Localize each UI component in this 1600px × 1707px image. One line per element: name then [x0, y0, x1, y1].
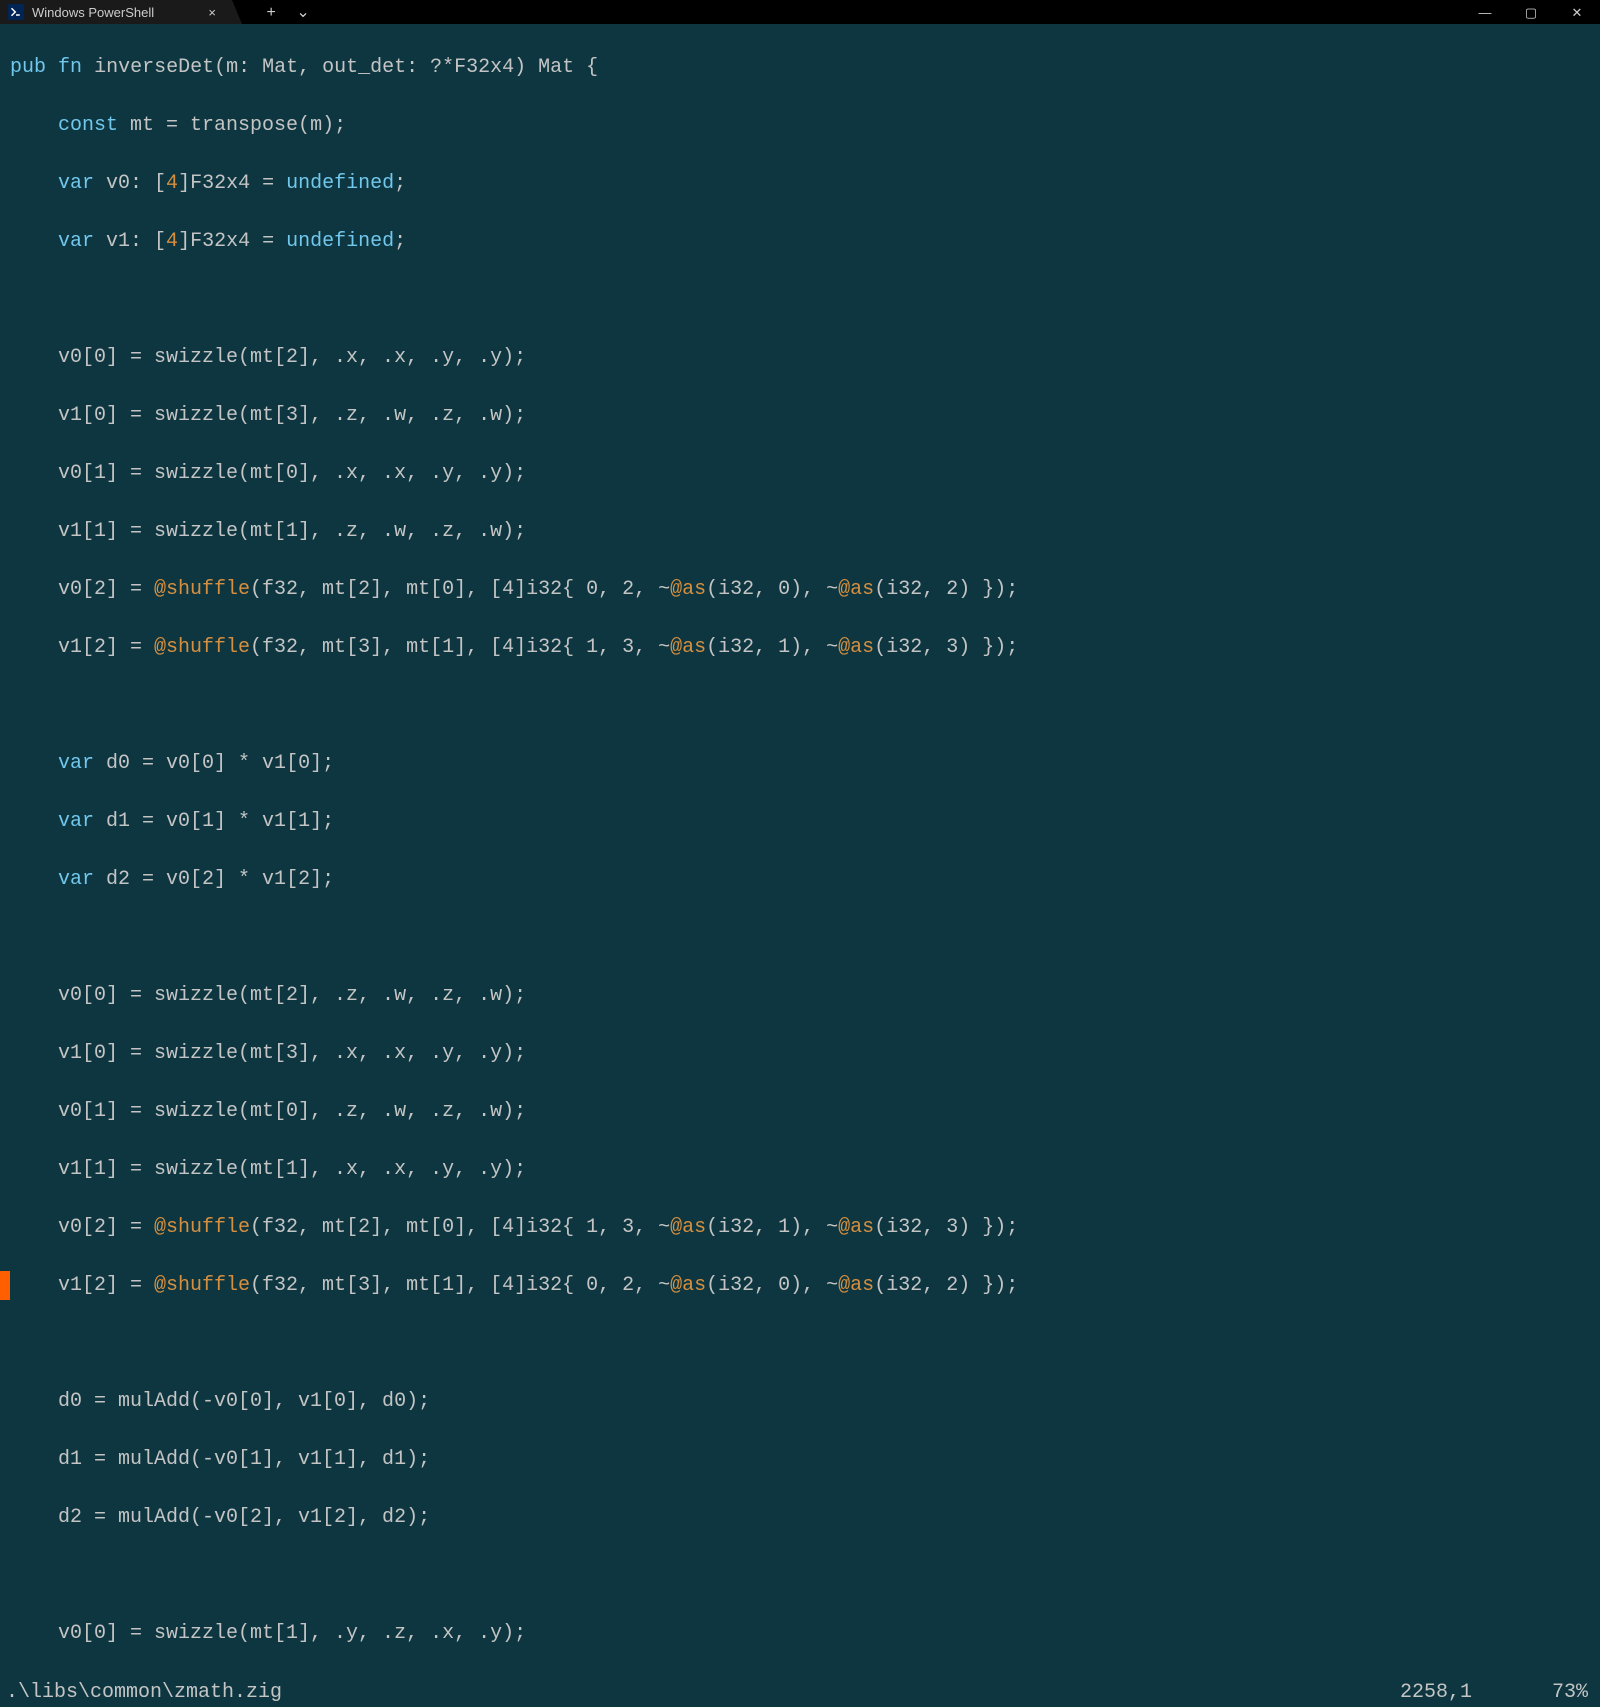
code-text: (m: Mat, out_det: ?*F32x4) Mat {: [214, 56, 598, 79]
close-tab-button[interactable]: ×: [202, 0, 222, 27]
code-text: mt = transpose(m);: [118, 114, 346, 137]
maximize-button[interactable]: ▢: [1508, 0, 1554, 27]
keyword: var: [58, 172, 94, 195]
function-name: inverseDet: [94, 56, 214, 79]
code-line: v1[0] = swizzle(mt[3], .x, .x, .y, .y);: [10, 1039, 1600, 1068]
code-line: v1[0] = swizzle(mt[3], .z, .w, .z, .w);: [10, 401, 1600, 430]
titlebar-actions: + ⌄: [242, 0, 318, 27]
powershell-icon: [8, 4, 24, 20]
code-line: d0 = mulAdd(-v0[0], v1[0], d0);: [10, 1387, 1600, 1416]
keyword: pub: [10, 56, 46, 79]
keyword: var: [58, 230, 94, 253]
minimize-button[interactable]: —: [1462, 0, 1508, 27]
keyword: const: [58, 114, 118, 137]
window-controls: — ▢ ✕: [1462, 0, 1600, 27]
terminal-viewport[interactable]: pub fn inverseDet(m: Mat, out_det: ?*F32…: [0, 24, 1600, 1677]
terminal-tab[interactable]: Windows PowerShell ×: [0, 0, 232, 24]
code-line: v0[1] = swizzle(mt[0], .x, .x, .y, .y);: [10, 459, 1600, 488]
tab-title: Windows PowerShell: [32, 0, 154, 27]
file-path: .\libs\common\zmath.zig: [6, 1678, 282, 1707]
tab-dropdown-button[interactable]: ⌄: [288, 0, 318, 27]
code-line: v1[1] = swizzle(mt[1], .z, .w, .z, .w);: [10, 517, 1600, 546]
tab-shape: [232, 0, 242, 24]
code-line: v0[0] = swizzle(mt[2], .x, .x, .y, .y);: [10, 343, 1600, 372]
code-line: v0[0] = swizzle(mt[2], .z, .w, .z, .w);: [10, 981, 1600, 1010]
code-line: d2 = mulAdd(-v0[2], v1[2], d2);: [10, 1503, 1600, 1532]
code-line: d1 = mulAdd(-v0[1], v1[1], d1);: [10, 1445, 1600, 1474]
keyword: fn: [58, 56, 82, 79]
cursor-position: 2258,1: [1400, 1678, 1472, 1707]
code-line: v1[1] = swizzle(mt[1], .x, .x, .y, .y);: [10, 1155, 1600, 1184]
titlebar: Windows PowerShell × + ⌄ — ▢ ✕: [0, 0, 1600, 24]
vim-statusbar: .\libs\common\zmath.zig 2258,1 73%: [0, 1677, 1600, 1707]
change-marker: [0, 1271, 10, 1300]
code-line: v0[0] = swizzle(mt[1], .y, .z, .x, .y);: [10, 1619, 1600, 1648]
code-line: v0[1] = swizzle(mt[0], .z, .w, .z, .w);: [10, 1097, 1600, 1126]
new-tab-button[interactable]: +: [256, 0, 286, 27]
scroll-percent: 73%: [1552, 1678, 1588, 1707]
close-window-button[interactable]: ✕: [1554, 0, 1600, 27]
